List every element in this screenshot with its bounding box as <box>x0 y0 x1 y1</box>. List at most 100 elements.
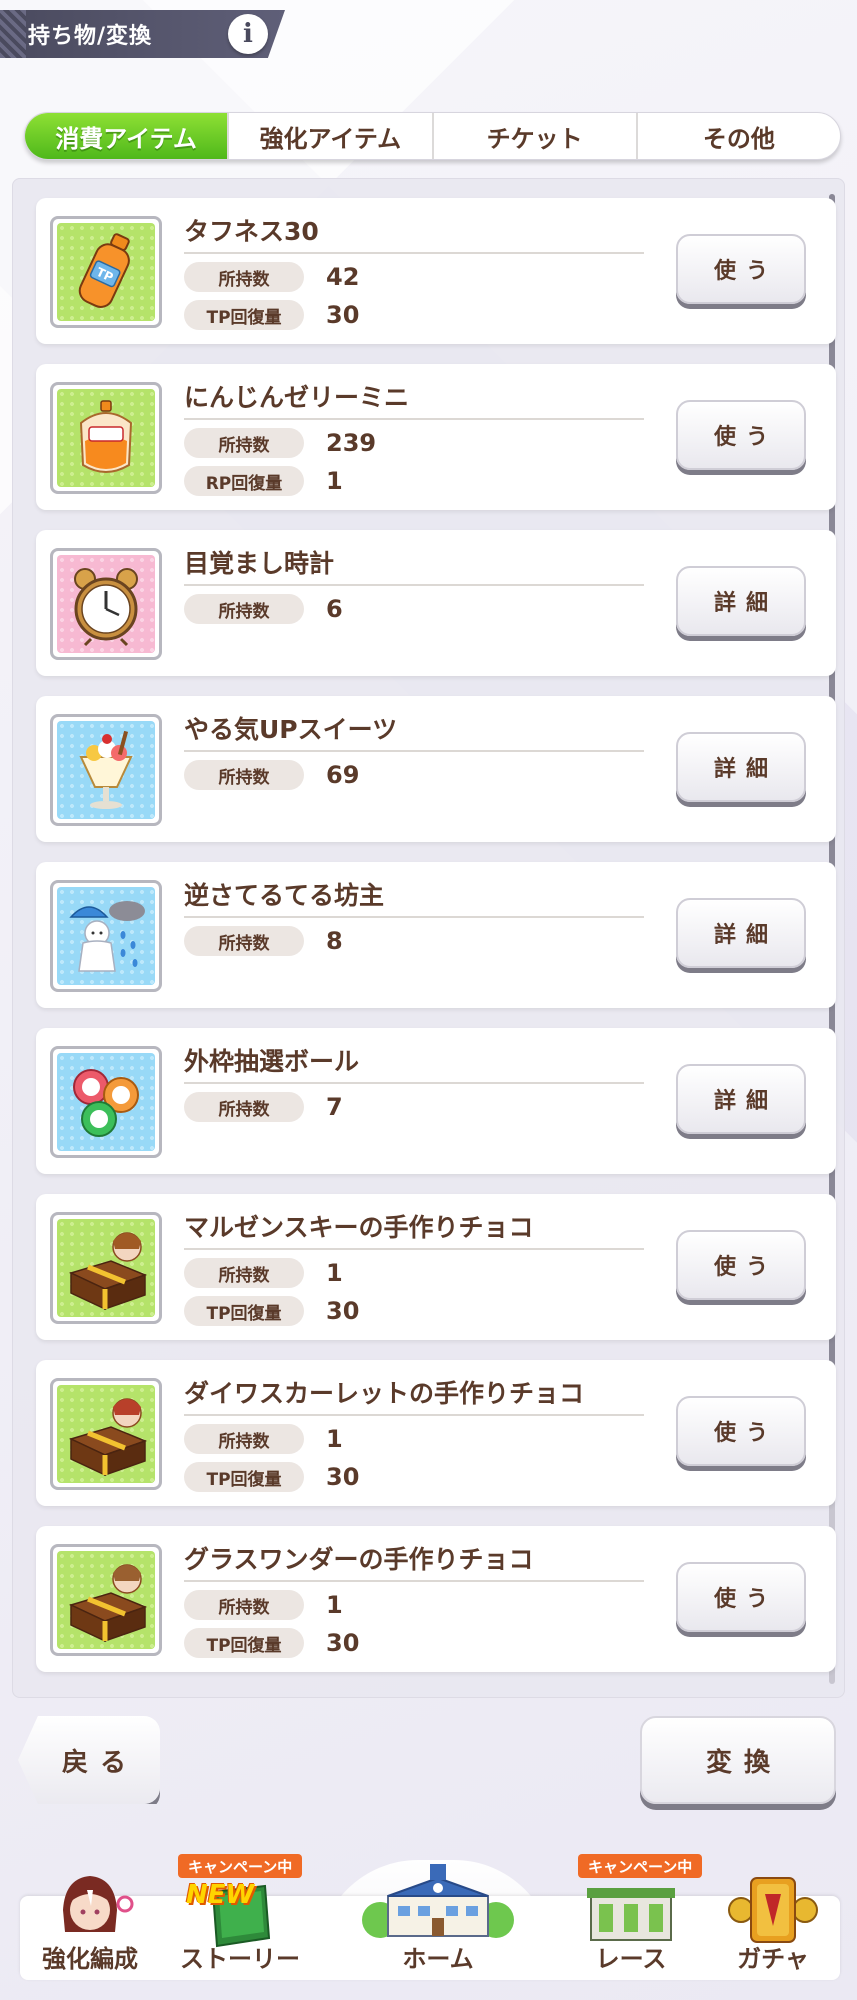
stat-label: 所持数 <box>184 1092 304 1122</box>
item-thumbnail <box>50 1378 162 1490</box>
stat-value: 7 <box>326 1093 343 1121</box>
stat-row-recovery: TP回復量 30 <box>184 300 359 330</box>
stat-row-recovery: TP回復量 30 <box>184 1462 359 1492</box>
list-item: 外枠抽選ボール 所持数 7 詳細 <box>36 1028 836 1174</box>
use-button[interactable]: 使う <box>676 400 806 470</box>
divider <box>184 1580 644 1582</box>
stat-label: 所持数 <box>184 760 304 790</box>
tab-other[interactable]: その他 <box>638 113 840 159</box>
item-name: 目覚まし時計 <box>184 549 335 578</box>
use-button[interactable]: 使う <box>676 234 806 304</box>
tab-enhancement-items[interactable]: 強化アイテム <box>229 113 434 159</box>
nav-item-enhance[interactable]: 強化編成 <box>20 1876 160 1980</box>
item-thumbnail <box>50 1544 162 1656</box>
stat-label: 所持数 <box>184 926 304 956</box>
stat-row-quantity: 所持数 1 <box>184 1424 343 1454</box>
info-icon[interactable]: i <box>228 14 268 54</box>
stat-row-quantity: 所持数 1 <box>184 1258 343 1288</box>
stat-row-quantity: 所持数 42 <box>184 262 359 292</box>
campaign-badge: キャンペーン中 <box>578 1854 703 1878</box>
item-name: にんじんゼリーミニ <box>184 383 410 412</box>
new-badge: NEW <box>186 1880 255 1910</box>
stat-label: TP回復量 <box>184 1628 304 1658</box>
divider <box>184 1414 644 1416</box>
nav-item-gacha[interactable]: ガチャ <box>706 1877 840 1980</box>
stat-value: 1 <box>326 1259 343 1287</box>
stat-row-quantity: 所持数 7 <box>184 1092 343 1122</box>
page-header: 持ち物/変換 i <box>0 10 285 58</box>
stat-row-recovery: RP回復量 1 <box>184 466 343 496</box>
item-name: タフネス30 <box>184 217 319 246</box>
stat-value: 6 <box>326 595 343 623</box>
tab-tickets[interactable]: チケット <box>434 113 638 159</box>
lottery-balls-icon <box>73 1069 139 1137</box>
details-button[interactable]: 詳細 <box>676 1064 806 1134</box>
gift-box-icon <box>68 1232 148 1311</box>
divider <box>184 916 644 918</box>
item-name: ダイワスカーレットの手作りチョコ <box>184 1379 585 1408</box>
divider <box>184 750 644 752</box>
stat-label: 所持数 <box>184 262 304 292</box>
use-button[interactable]: 使う <box>676 1230 806 1300</box>
list-item: ダイワスカーレットの手作りチョコ 所持数 1 TP回復量 30 使う <box>36 1360 836 1506</box>
stat-label: 所持数 <box>184 428 304 458</box>
details-button[interactable]: 詳細 <box>676 898 806 968</box>
school-building-icon <box>362 1864 514 1938</box>
divider <box>184 418 644 420</box>
item-name: やる気UPスイーツ <box>184 715 398 744</box>
nav-item-race[interactable]: キャンペーン中 レース <box>556 1854 706 1980</box>
list-item: 目覚まし時計 所持数 6 詳細 <box>36 530 836 676</box>
nav-item-home[interactable]: ホーム <box>320 1864 556 1980</box>
stat-row-quantity: 所持数 69 <box>184 760 359 790</box>
stat-label: TP回復量 <box>184 1462 304 1492</box>
nav-label: レース <box>595 1945 667 1973</box>
tp-bottle-icon: TP <box>78 233 130 308</box>
list-item: やる気UPスイーツ 所持数 69 詳細 <box>36 696 836 842</box>
details-button[interactable]: 詳細 <box>676 732 806 802</box>
item-thumbnail <box>50 714 162 826</box>
tab-consumable-items[interactable]: 消費アイテム <box>25 113 230 159</box>
back-button[interactable]: 戻る <box>18 1716 160 1804</box>
stat-value: 1 <box>326 467 343 495</box>
item-name: グラスワンダーの手作りチョコ <box>184 1545 534 1574</box>
carrot-jelly-icon <box>79 400 133 473</box>
character-icon <box>63 1876 134 1932</box>
nav-label: ストーリー <box>180 1945 300 1973</box>
stat-value: 30 <box>326 301 360 329</box>
item-name: 外枠抽選ボール <box>184 1047 360 1076</box>
divider <box>184 1248 644 1250</box>
item-list[interactable]: TP タフネス30 所持数 42 TP回復量 30 使う にんじんゼリーミニ 所… <box>12 178 845 1698</box>
stat-row-quantity: 所持数 239 <box>184 428 376 458</box>
item-thumbnail: TP <box>50 216 162 328</box>
list-item: TP タフネス30 所持数 42 TP回復量 30 使う <box>36 198 836 344</box>
use-button[interactable]: 使う <box>676 1396 806 1466</box>
stat-label: 所持数 <box>184 1424 304 1454</box>
stat-value: 69 <box>326 761 360 789</box>
list-item: グラスワンダーの手作りチョコ 所持数 1 TP回復量 30 使う <box>36 1526 836 1672</box>
stat-label: TP回復量 <box>184 1296 304 1326</box>
list-item: にんじんゼリーミニ 所持数 239 RP回復量 1 使う <box>36 364 836 510</box>
nav-label: ガチャ <box>737 1945 809 1973</box>
nav-label: 強化編成 <box>42 1945 138 1973</box>
parfait-icon <box>79 730 133 809</box>
list-item: マルゼンスキーの手作りチョコ 所持数 1 TP回復量 30 使う <box>36 1194 836 1340</box>
details-button[interactable]: 詳細 <box>676 566 806 636</box>
stat-label: 所持数 <box>184 1590 304 1620</box>
stat-value: 30 <box>326 1463 360 1491</box>
item-name: 逆さてるてる坊主 <box>184 881 385 910</box>
item-name: マルゼンスキーの手作りチョコ <box>184 1213 534 1242</box>
item-thumbnail <box>50 880 162 992</box>
stat-label: 所持数 <box>184 594 304 624</box>
stat-value: 239 <box>326 429 377 457</box>
gacha-gate-icon <box>728 1877 818 1943</box>
stat-value: 30 <box>326 1297 360 1325</box>
nav-item-story[interactable]: キャンペーン中 NEW ストーリー <box>160 1854 320 1980</box>
use-button[interactable]: 使う <box>676 1562 806 1632</box>
page-title: 持ち物/変換 <box>28 24 153 49</box>
stat-value: 30 <box>326 1629 360 1657</box>
convert-button[interactable]: 変換 <box>640 1716 836 1804</box>
stat-row-quantity: 所持数 6 <box>184 594 343 624</box>
item-thumbnail <box>50 382 162 494</box>
stat-label: TP回復量 <box>184 300 304 330</box>
stat-value: 42 <box>326 263 360 291</box>
